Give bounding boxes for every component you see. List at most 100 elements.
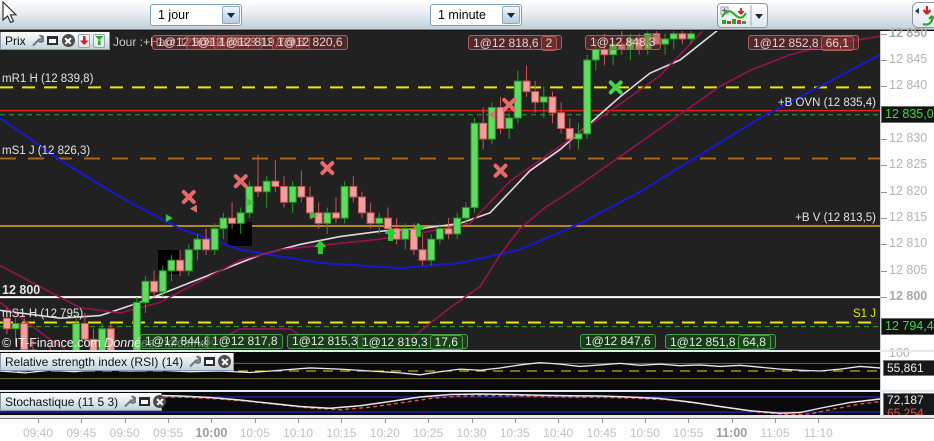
candlestick [565,128,574,140]
time-axis[interactable]: 09:40 09:45 09:50 09:55 10:00 10:05 10:10 10:15… [0,418,934,441]
main-toolbar: 1 jour 1 minute [0,0,934,32]
rsi-panel-header: Relative strength index (RSI) (14) [0,353,234,371]
candlestick [314,212,323,224]
time-label: 10:10 [283,426,314,440]
close-icon[interactable] [218,355,232,369]
period-select[interactable]: 1 jour [150,4,242,26]
time-tick [731,419,733,423]
buy-order-label[interactable]: 1@12 815,3 [287,334,363,349]
candlestick [427,238,436,261]
candlestick [375,217,384,224]
trading-app-window: 1 jour 1 minute mR1 H (12 839,8) +B OVN … [0,0,934,441]
price-tick-label: 12 800 [889,289,928,304]
sell-order-label[interactable]: 1@12 852,8 66,1 [748,35,859,51]
price-tick [881,270,887,272]
window-icon[interactable] [204,355,216,369]
time-tick [688,419,690,423]
price-tick [881,297,887,299]
candlestick [236,212,245,224]
time-tick [384,419,386,423]
period-select-value: 1 jour [158,8,190,22]
price-tick [881,139,887,141]
wrench-icon[interactable] [188,355,202,369]
chart-style-button[interactable] [717,3,768,28]
sell-order-label[interactable]: 1@12 818,6 2 [468,35,563,51]
time-label: 10:55 [673,426,704,440]
arrow-up-button[interactable] [92,33,105,48]
candlestick [583,59,592,135]
close-icon[interactable] [61,34,75,48]
price-tick-label: 12 840 [889,78,928,93]
candlestick [479,122,488,140]
candlestick [591,48,600,61]
buy-order-label[interactable]: 1@12 819,3 17,6 [357,334,468,350]
buy-order-label-qty: 17,6 [429,335,463,350]
rsi-scale-label: 100 [889,346,910,360]
candlestick [678,33,687,40]
chevron-down-icon[interactable] [502,6,520,24]
buy-order-label[interactable]: 1@12 817,8 [207,334,283,349]
candlestick [470,122,479,209]
price-tick-label: 12 810 [889,236,928,251]
window-icon[interactable] [139,395,151,409]
orders-button[interactable] [912,2,934,28]
time-tick [774,419,776,423]
time-label: 10:40 [543,426,574,440]
candlestick [219,217,228,230]
sell-order-label[interactable]: 1@12 848,3 [585,35,661,50]
sell-signal-x-icon [233,174,248,189]
wrench-icon[interactable] [123,395,137,409]
price-tick [881,191,887,193]
time-label: 10:30 [456,426,487,440]
time-tick [601,419,603,423]
candlestick [228,217,237,224]
candlestick [2,317,11,330]
price-panel-header: Prix [0,32,110,50]
candlestick [357,196,366,214]
buy-order-label[interactable]: 1@12 847,6 [580,334,656,349]
stochastic-panel-header: Stochastique (11 5 3) [0,393,167,411]
buy-order-label-qty: 64,8 [737,335,771,350]
wrench-icon[interactable] [31,34,44,48]
time-label: 09:40 [22,426,54,440]
time-label: 11:05 [760,426,790,440]
candlestick [167,259,176,272]
candlestick [453,217,462,235]
candlestick [271,180,280,187]
up-arrow-icon [314,240,327,255]
price-chart-panel[interactable]: mR1 H (12 839,8) +B OVN (12 835,4) mS1 J (… [0,31,880,350]
price-chart-canvas[interactable] [0,31,880,350]
sell-signal-x-icon [320,161,335,176]
sell-signal-x-icon [181,190,196,205]
buy-order-label[interactable]: 1@12 844,8 [140,334,216,349]
chart-style-icon [720,5,763,26]
timeframe-select[interactable]: 1 minute [430,4,522,26]
time-tick [644,419,646,423]
candlestick [418,249,427,261]
price-panel-title: Prix [5,33,26,48]
buy-order-label[interactable]: 1@12 851,8 64,8 [665,334,776,350]
candlestick [548,96,557,114]
candlestick [306,196,314,214]
price-tick-label: 12 825 [889,157,928,172]
candlestick [184,249,193,272]
chevron-down-icon[interactable] [222,6,240,24]
window-icon[interactable] [47,34,59,48]
candlestick [141,280,150,303]
close-icon[interactable] [153,395,167,409]
time-tick [168,419,170,423]
candlestick [254,185,263,193]
time-label: 10:50 [629,426,660,440]
sell-signal-x-icon [493,163,508,178]
candlestick [210,228,219,251]
candlestick [349,185,358,198]
buy-sell-arrows-icon [915,6,934,26]
band-lower [0,35,880,350]
sell-order-label[interactable]: 1@12 820,6 [272,35,348,50]
candlestick [401,228,410,240]
price-tick [881,165,887,167]
time-tick [428,419,430,423]
arrow-down-button[interactable] [77,33,90,48]
price-axis[interactable]: 12 850 12 845 12 840 12 830 12 825 12 820 12 8… [880,26,934,420]
time-label: 10:20 [369,426,400,440]
